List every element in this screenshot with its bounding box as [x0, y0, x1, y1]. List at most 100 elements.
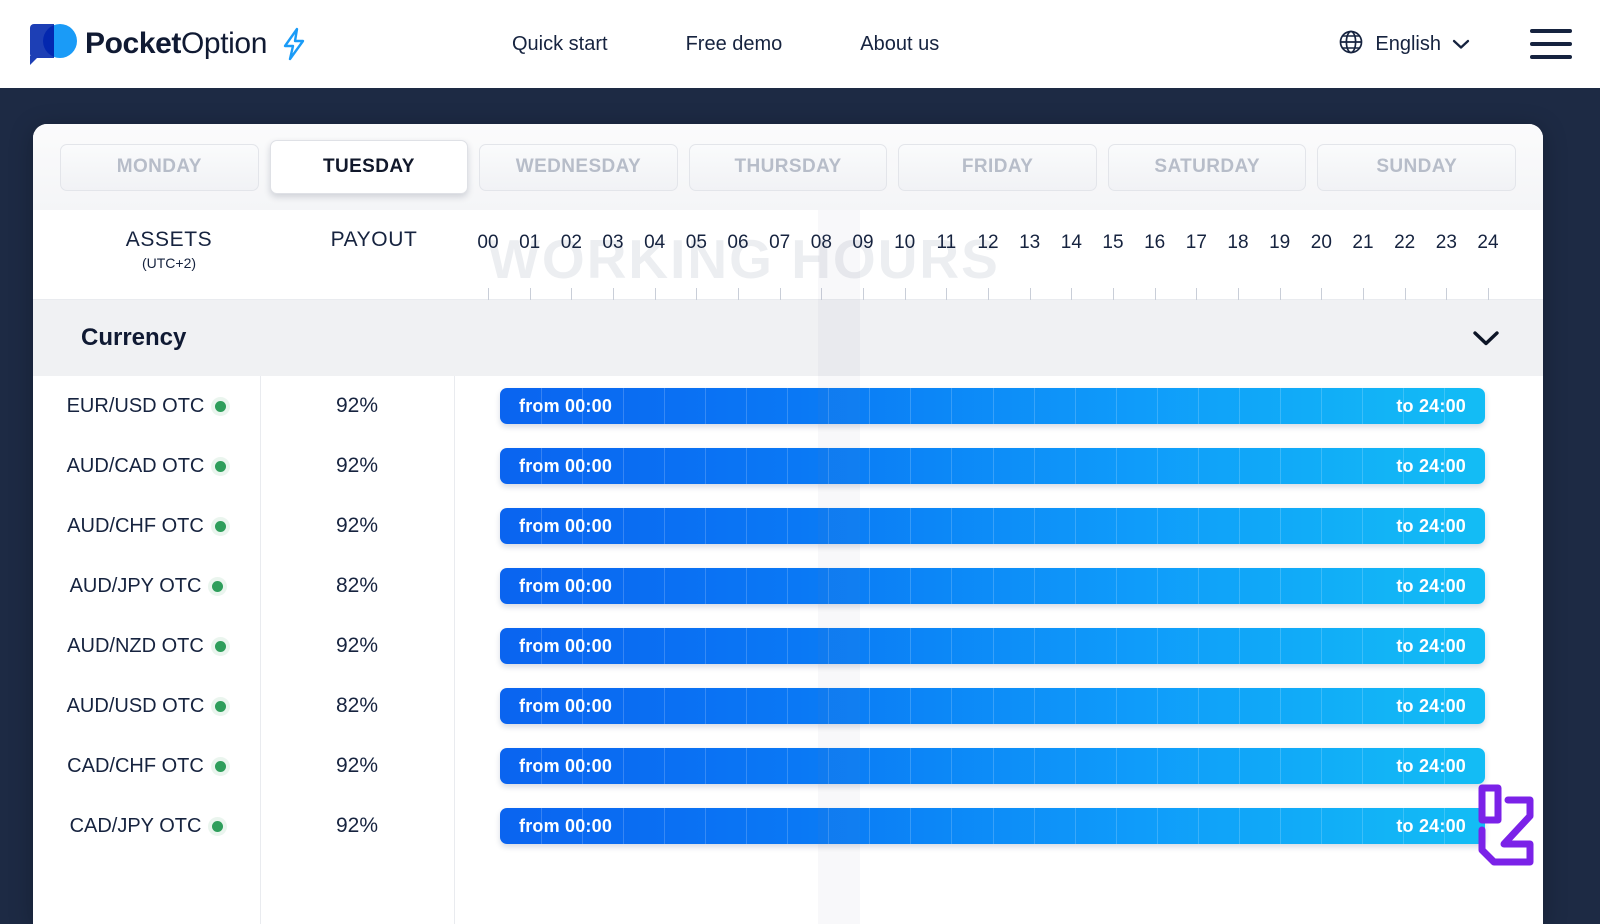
- bar-hour-grid: [500, 808, 1485, 844]
- bar-to-label: to 24:00: [1396, 515, 1466, 536]
- group-header-currency[interactable]: Currency: [33, 300, 1543, 376]
- bar-from-label: from 00:00: [519, 635, 613, 656]
- assets-label: ASSETS: [125, 228, 213, 251]
- hour-label-02: 02: [560, 232, 582, 253]
- assets-table: EUR/USD OTC 92% from 00:00 to 24:00 AUD/CAD …: [33, 376, 1543, 924]
- hour-label-05: 05: [685, 232, 707, 253]
- table-row[interactable]: CAD/CHF OTC 92% from 00:00 to 24:00: [33, 736, 1543, 796]
- working-hours-bar[interactable]: from 00:00 to 24:00: [500, 808, 1485, 844]
- hour-tick: [988, 288, 989, 300]
- working-hours-cell: from 00:00 to 24:00: [454, 496, 1543, 556]
- day-tab-friday[interactable]: FRIDAY: [898, 143, 1097, 191]
- table-row[interactable]: AUD/JPY OTC 82% from 00:00 to 24:00: [33, 556, 1543, 616]
- working-hours-bar[interactable]: from 00:00 to 24:00: [500, 448, 1485, 484]
- day-tab-thursday[interactable]: THURSDAY: [688, 143, 888, 191]
- nav-links: Quick start Free demo About us: [512, 33, 939, 56]
- payout-cell: 92%: [335, 394, 379, 417]
- table-row[interactable]: AUD/NZD OTC 92% from 00:00 to 24:00: [33, 616, 1543, 676]
- hour-label-19: 19: [1269, 232, 1291, 253]
- bar-from-label: from 00:00: [519, 815, 613, 836]
- status-online-indicator: [214, 760, 226, 772]
- status-online-indicator: [214, 520, 226, 532]
- hour-label-13: 13: [1019, 232, 1041, 253]
- working-hours-bar[interactable]: from 00:00 to 24:00: [500, 688, 1485, 724]
- bar-from-label: from 00:00: [519, 755, 613, 776]
- table-row[interactable]: AUD/CAD OTC 92% from 00:00 to 24:00: [33, 436, 1543, 496]
- day-tab-sunday[interactable]: SUNDAY: [1317, 143, 1517, 191]
- hour-label-00: 00: [477, 232, 499, 253]
- day-tab-saturday[interactable]: SATURDAY: [1107, 143, 1307, 191]
- working-hours-bar[interactable]: from 00:00 to 24:00: [500, 388, 1485, 424]
- hour-tick: [1154, 288, 1156, 300]
- status-online-indicator: [215, 700, 227, 712]
- working-hours-cell: from 00:00 to 24:00: [454, 436, 1543, 496]
- nav-link-free-demo[interactable]: Free demo: [686, 33, 783, 56]
- payout-cell: 92%: [335, 514, 379, 537]
- status-online-indicator: [212, 580, 224, 592]
- table-row[interactable]: AUD/CHF OTC 92% from 00:00 to 24:00: [33, 496, 1543, 556]
- hour-tick: [1029, 288, 1031, 300]
- payout-cell: 92%: [335, 634, 379, 657]
- hour-label-14: 14: [1060, 232, 1082, 253]
- status-online-indicator: [214, 640, 226, 652]
- bar-to-label: to 24:00: [1396, 695, 1466, 716]
- pocket-option-logo-icon: [30, 24, 77, 65]
- globe-icon: [1338, 29, 1364, 60]
- status-online-indicator: [212, 820, 224, 832]
- hour-label-10: 10: [894, 232, 916, 253]
- lightning-bolt-icon: [281, 27, 307, 61]
- hour-label-20: 20: [1310, 232, 1332, 253]
- navbar-right-cluster: English: [1338, 29, 1572, 60]
- working-hours-cell: from 00:00 to 24:00: [454, 736, 1543, 796]
- working-hours-cell: from 00:00 to 24:00: [454, 556, 1543, 616]
- payout-cell: 92%: [335, 754, 379, 777]
- chevron-down-icon[interactable]: [1471, 328, 1501, 348]
- hour-label-15: 15: [1102, 232, 1124, 253]
- asset-cell: CAD/JPY OTC: [33, 796, 260, 856]
- table-row[interactable]: CAD/JPY OTC 92% from 00:00 to 24:00: [33, 796, 1543, 856]
- brand-logo[interactable]: PocketOption: [30, 24, 307, 65]
- working-hours-bar[interactable]: from 00:00 to 24:00: [500, 628, 1485, 664]
- asset-cell: AUD/JPY OTC: [33, 556, 260, 616]
- nav-link-about-us[interactable]: About us: [860, 33, 939, 56]
- nav-link-quick-start[interactable]: Quick start: [512, 33, 608, 56]
- hour-tick: [696, 288, 698, 300]
- hour-tick: [529, 288, 531, 300]
- bar-hour-grid: [500, 448, 1485, 484]
- payout-cell: 92%: [335, 814, 379, 837]
- bar-from-label: from 00:00: [519, 695, 613, 716]
- table-row[interactable]: EUR/USD OTC 92% from 00:00 to 24:00: [33, 376, 1543, 436]
- language-selector[interactable]: English: [1338, 29, 1470, 60]
- hour-tick: [1363, 288, 1364, 300]
- hour-tick: [738, 288, 739, 300]
- hamburger-menu-icon[interactable]: [1530, 29, 1572, 59]
- assets-column-header: ASSETS (UTC+2): [60, 228, 278, 271]
- bar-to-label: to 24:00: [1396, 575, 1466, 596]
- asset-cell: CAD/CHF OTC: [33, 736, 260, 796]
- brand-name-bold: Pocket: [85, 27, 181, 60]
- hour-label-11: 11: [936, 232, 957, 253]
- asset-cell: AUD/NZD OTC: [33, 616, 260, 676]
- day-tab-monday[interactable]: MONDAY: [60, 143, 259, 191]
- hour-label-22: 22: [1394, 232, 1416, 253]
- chevron-down-icon: [1452, 38, 1470, 50]
- payout-column-header: PAYOUT: [330, 228, 418, 251]
- working-hours-bar[interactable]: from 00:00 to 24:00: [500, 748, 1485, 784]
- working-hours-bar[interactable]: from 00:00 to 24:00: [500, 568, 1485, 604]
- hours-scale: 00 01 02 03 04 05 06 07 08 09 10 11 12 13 14 15 16 17 18 19…: [477, 210, 1499, 300]
- day-tab-wednesday[interactable]: WEDNESDAY: [479, 143, 678, 191]
- hour-label-16: 16: [1144, 232, 1166, 253]
- hour-tick: [613, 288, 614, 300]
- hour-tick: [1279, 288, 1281, 300]
- table-row[interactable]: AUD/USD OTC 82% from 00:00 to 24:00: [33, 676, 1543, 736]
- asset-name: CAD/CHF OTC: [67, 754, 204, 777]
- asset-cell: AUD/USD OTC: [33, 676, 260, 736]
- bar-from-label: from 00:00: [519, 395, 613, 416]
- bar-hour-grid: [500, 568, 1485, 604]
- chat-support-widget-icon[interactable]: [1468, 778, 1550, 874]
- hour-label-18: 18: [1227, 232, 1249, 253]
- working-hours-bar[interactable]: from 00:00 to 24:00: [500, 508, 1485, 544]
- hour-tick: [1196, 288, 1198, 300]
- day-tab-tuesday[interactable]: TUESDAY: [269, 140, 469, 194]
- hour-label-17: 17: [1185, 232, 1207, 253]
